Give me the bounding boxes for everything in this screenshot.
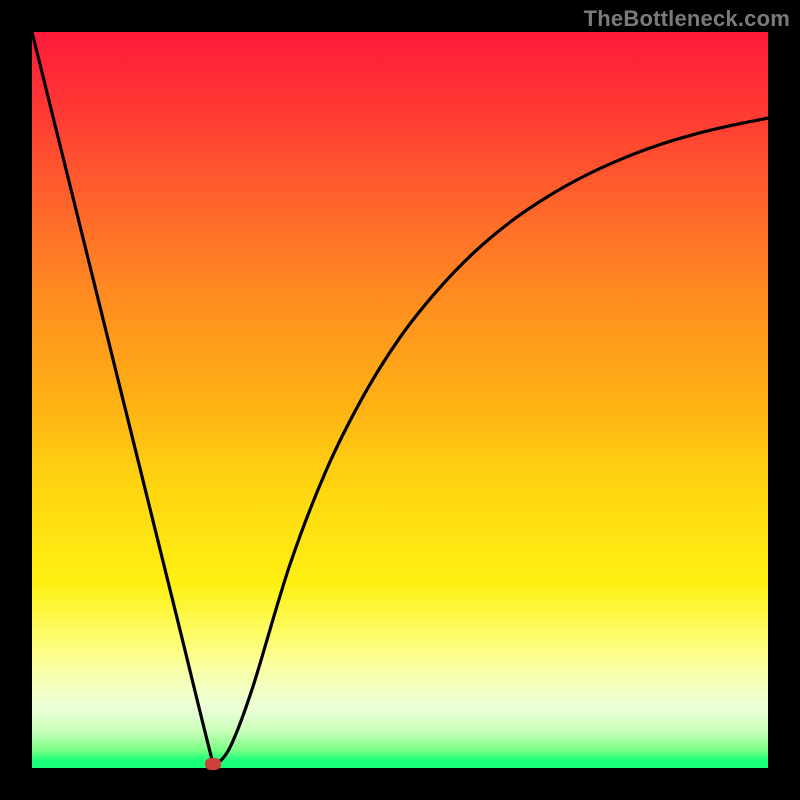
curve-path [32,32,768,768]
chart-frame: TheBottleneck.com [0,0,800,800]
watermark-text: TheBottleneck.com [584,6,790,32]
curve-svg [32,32,768,768]
minimum-marker [205,758,221,770]
